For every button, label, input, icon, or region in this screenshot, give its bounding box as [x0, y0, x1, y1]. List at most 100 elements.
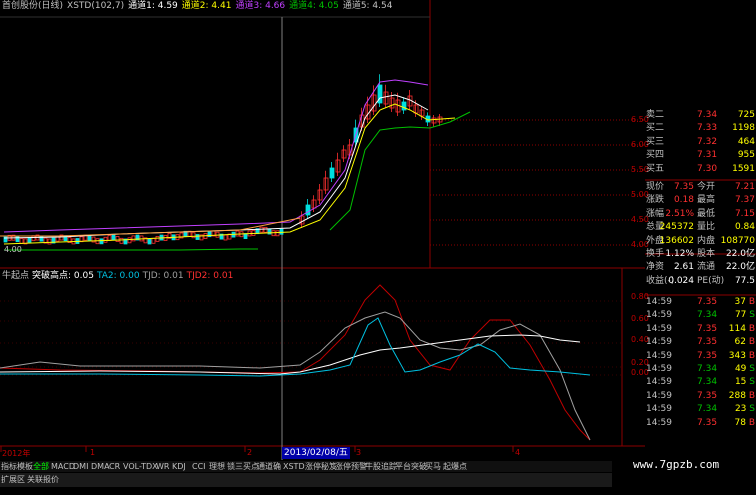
tick-time: 14:59: [646, 337, 672, 348]
order-book-row: 买四 7.31 955: [645, 149, 756, 161]
indicator-tab[interactable]: 涨停预警: [335, 462, 367, 472]
x-axis-label: 3: [356, 448, 362, 457]
order-book-row: 买二 7.33 1198: [645, 122, 756, 134]
channel-3-line: [3, 79, 429, 233]
channel-2-value: 通道2: 4.41: [181, 1, 232, 11]
tick-row: 14:59 7.35 78 B: [645, 417, 756, 429]
candle: [131, 235, 136, 242]
indicator-tab[interactable]: 模板: [17, 462, 33, 472]
stat-value: 0.18: [673, 195, 694, 206]
tick-price: 7.35: [697, 323, 718, 334]
candle: [305, 204, 311, 216]
indicator-tab[interactable]: CCI: [192, 462, 206, 472]
indicator-tab[interactable]: KDJ: [172, 462, 186, 472]
tick-side: B: [748, 323, 755, 334]
stat-row: 净资 2.61 流通 22.0亿: [645, 261, 756, 273]
tick-volume: 15 S: [734, 377, 755, 388]
tick-volume: 77 S: [734, 310, 755, 321]
channel-2-line: [3, 103, 456, 245]
order-book-row: 买五 7.30 1591: [645, 163, 756, 175]
stat-label: 换手: [646, 249, 665, 259]
quote-panel: 卖二 7.34 725 买二 7.33 1198 买三 7.32 464 买四 7.31 955 买五 7…: [645, 110, 756, 495]
candle: [311, 199, 317, 209]
indicator-tab[interactable]: CR: [109, 462, 120, 472]
indicator-tab[interactable]: 锁三买点: [227, 462, 259, 472]
order-label: 买五: [646, 163, 665, 174]
stat-value: 1.12%: [665, 249, 694, 259]
tick-price: 7.34: [697, 310, 718, 321]
candle: [317, 189, 323, 201]
stat-row: 涨跌 0.18 最高 7.37: [645, 194, 756, 206]
tick-time: 14:59: [646, 297, 672, 307]
stat-value: 7.35: [673, 182, 694, 192]
tjd-line: [0, 311, 591, 441]
indicator-tab[interactable]: 涨停秘笈: [305, 462, 337, 472]
tick-volume: 62 B: [734, 337, 755, 348]
candle: [271, 230, 276, 237]
indicator-tab[interactable]: DMI: [73, 462, 88, 472]
watermark: www.7gpzb.com: [633, 458, 720, 471]
channel-4-value: 通道4: 4.05: [289, 1, 339, 11]
indicator-tab[interactable]: 平台突破: [395, 462, 427, 472]
order-book-row: 卖二 7.34 725: [645, 109, 756, 121]
breakout-line: [0, 334, 581, 375]
indicator-tab[interactable]: 理想: [209, 462, 225, 472]
indicator-tab[interactable]: XSTD: [283, 462, 305, 472]
order-price: 7.32: [697, 136, 718, 147]
candle: [413, 104, 419, 114]
x-axis-label: 2: [247, 448, 253, 457]
extension-tab[interactable]: 扩展区: [1, 475, 25, 485]
indicator-tab[interactable]: VOL-TDX: [123, 462, 158, 472]
indicator-tab[interactable]: 牛股追踪: [365, 462, 397, 472]
stat-label: 涨幅: [646, 208, 665, 219]
stat-label: 净资: [646, 262, 665, 273]
indicator-tab[interactable]: 买马: [425, 462, 441, 472]
indicator-tab[interactable]: 指标: [1, 462, 17, 472]
stat-value: 2.51%: [665, 208, 694, 219]
chart-area[interactable]: [0, 0, 756, 460]
stat-row: 涨幅 2.51% 最低 7.15: [645, 208, 756, 220]
indicator-tab[interactable]: 起爆点: [443, 462, 467, 472]
candle: [383, 91, 389, 105]
tick-time: 14:59: [646, 417, 672, 428]
order-volume: 1198: [732, 123, 755, 134]
channel-5-value: 通道5: 4.54: [342, 1, 393, 11]
tick-price: 7.35: [697, 390, 718, 401]
order-label: 买三: [646, 136, 665, 147]
breakout-value: 突破高点: 0.05: [32, 271, 94, 281]
tick-volume: 78 B: [734, 417, 755, 428]
candle: [127, 237, 132, 244]
tick-side: S: [749, 310, 755, 321]
tick-volume: 114 B: [728, 323, 755, 334]
extension-tab[interactable]: 关联报价: [27, 475, 59, 485]
indicator-tab[interactable]: 全部: [33, 462, 49, 472]
order-label: 卖二: [646, 110, 665, 120]
stat-value: 77.5: [734, 275, 755, 286]
tick-volume: 288 B: [728, 390, 755, 401]
candle: [115, 236, 120, 242]
indicator-tab[interactable]: 通道确: [257, 462, 281, 472]
tick-side: B: [748, 350, 755, 361]
tick-time: 14:59: [646, 364, 672, 374]
candle: [419, 109, 425, 117]
candle: [107, 235, 112, 241]
candle: [151, 237, 156, 244]
tjd-value: TJD: 0.01: [142, 271, 184, 281]
indicator-tab[interactable]: WR: [156, 462, 169, 472]
tick-row: 14:59 7.35 37 B: [645, 296, 756, 308]
candle: [103, 236, 108, 243]
candle: [389, 97, 395, 109]
tick-row: 14:59 7.34 49 S: [645, 363, 756, 375]
tick-price: 7.34: [697, 377, 718, 388]
candle: [19, 238, 24, 244]
tick-time: 14:59: [646, 350, 672, 361]
tick-time: 14:59: [646, 404, 672, 415]
candle: [27, 237, 32, 243]
cursor-date-label: 2013/02/08/五: [282, 447, 350, 459]
candle: [235, 230, 240, 237]
indicator-tab[interactable]: DMA: [91, 462, 110, 472]
tick-side: S: [749, 377, 755, 388]
ta2-value: TA2: 0.00: [96, 271, 140, 281]
indicator-tab[interactable]: MACD: [51, 462, 75, 472]
channel-3-value: 通道3: 4.66: [235, 1, 286, 11]
